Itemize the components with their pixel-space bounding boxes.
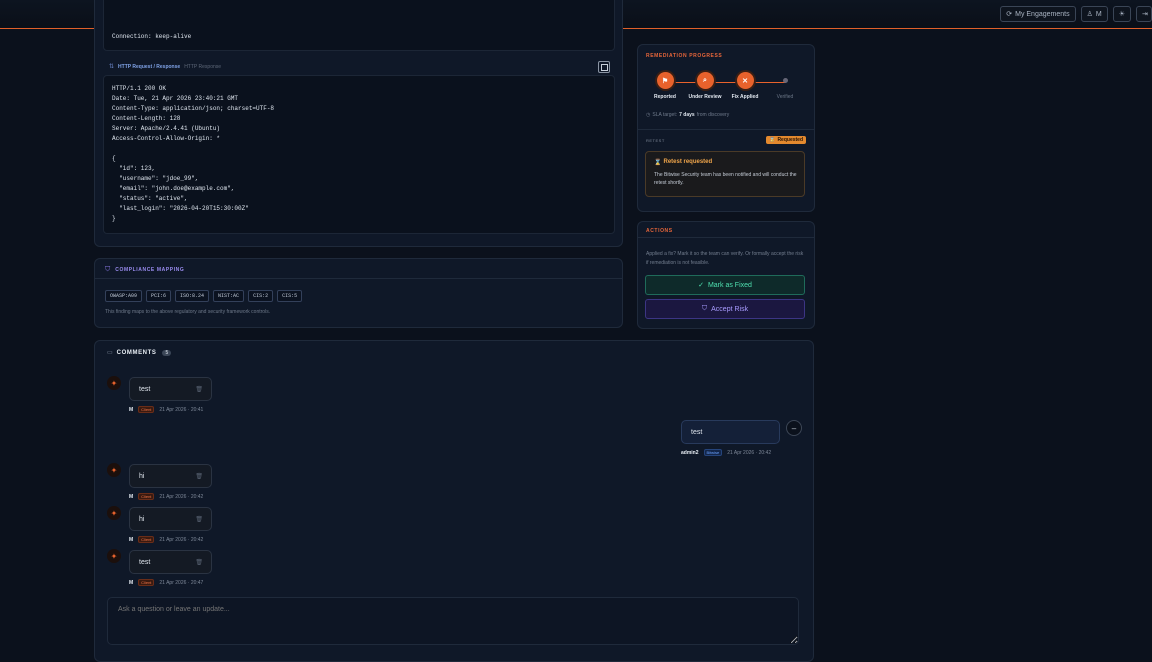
response-code-box: HTTP/1.1 200 OK Date: Tue, 21 Apr 2026 23…: [103, 75, 615, 234]
comment-bubble: test: [681, 420, 780, 444]
hourglass-icon: ⌛: [769, 137, 776, 143]
comment-meta: M Client 21 Apr 2026 · 20:42: [129, 493, 204, 500]
comment-bubble: test 🗑: [129, 550, 212, 574]
refresh-icon: ⟳: [1006, 11, 1013, 18]
actions-text: Applied a fix? Mark it so the team can v…: [646, 251, 804, 266]
compliance-tag: PCI:6: [146, 290, 172, 302]
comment-bubble: hi 🗑: [129, 464, 212, 488]
retest-title: RETEST: [646, 138, 665, 143]
code-line: Date: Tue, 21 Apr 2026 23:40:21 GMT: [112, 95, 239, 102]
retest-badge: ⌛ Requested: [766, 136, 806, 144]
avatar: –: [786, 420, 802, 436]
accept-risk-button[interactable]: ⛉ Accept Risk: [645, 299, 805, 319]
shield-icon: ⛉: [105, 266, 111, 273]
copy-button[interactable]: [598, 61, 610, 73]
check-circle-icon: ✓: [698, 282, 704, 289]
hourglass-icon: ⌛: [654, 160, 662, 166]
user-menu-button[interactable]: ♙ M: [1080, 6, 1108, 22]
trash-icon[interactable]: 🗑: [195, 559, 203, 566]
comment-meta: M Client 21 Apr 2026 · 20:41: [129, 406, 204, 413]
request-last-line: Connection: keep-alive: [112, 33, 192, 40]
actions-panel: ACTIONS Applied a fix? Mark it so the te…: [637, 221, 815, 329]
mark-as-fixed-button[interactable]: ✓ Mark as Fixed: [645, 275, 805, 295]
arrows-icon: ⇅: [109, 64, 115, 70]
user-icon: ♙: [1086, 11, 1093, 18]
comments-header: ▭ COMMENTS 5: [107, 349, 172, 356]
code-line: "last_login": "2026-04-20T15:30:00Z": [112, 205, 249, 212]
response-title: HTTP Request / Response: [118, 63, 181, 70]
comment-icon: ▭: [107, 350, 113, 356]
compliance-tag: CIS:2: [248, 290, 274, 302]
retest-box-title: ⌛ Retest requested: [654, 159, 713, 166]
code-line: {: [112, 155, 116, 162]
search-icon: ⌕: [696, 72, 714, 89]
code-line: Content-Length: 128: [112, 115, 181, 122]
retest-box: ⌛ Retest requested The Bitwise Security …: [645, 151, 805, 197]
request-code-box: Connection: keep-alive: [103, 0, 615, 51]
trash-icon[interactable]: 🗑: [195, 386, 203, 393]
comment-meta: M Client 21 Apr 2026 · 20:47: [129, 579, 204, 586]
avatar: ✦: [107, 463, 121, 477]
avatar: ✦: [107, 376, 121, 390]
code-line: Server: Apache/2.4.41 (Ubuntu): [112, 125, 221, 132]
sun-icon: ☀: [1118, 11, 1125, 18]
comments-count: 5: [162, 349, 172, 356]
compliance-tag: NIST:AC: [213, 290, 245, 302]
response-header: ⇅ HTTP Request / Response HTTP Response: [109, 63, 222, 71]
code-line: "id": 123,: [112, 165, 156, 172]
actions-divider: [638, 237, 814, 238]
comments-title: COMMENTS: [116, 349, 157, 356]
avatar: ✦: [107, 506, 121, 520]
avatar: ✦: [107, 549, 121, 563]
logout-icon: ⇥: [1142, 11, 1148, 18]
comment-bubble: hi 🗑: [129, 507, 212, 531]
comment-meta: M Client 21 Apr 2026 · 20:42: [129, 536, 204, 543]
code-line: Access-Control-Allow-Origin: *: [112, 135, 221, 142]
comment-bubble: test 🗑: [129, 377, 212, 401]
comments-panel: ▭ COMMENTS 5 ✦ test 🗑 M Client 21 Apr 20…: [94, 340, 814, 662]
comment-meta: admin2 Bitwise 21 Apr 2026 · 20:42: [681, 449, 772, 456]
remediation-title: REMEDIATION PROGRESS: [646, 53, 723, 59]
response-subtitle: HTTP Response: [184, 63, 222, 70]
trash-icon[interactable]: 🗑: [195, 473, 203, 480]
trash-icon[interactable]: 🗑: [195, 516, 203, 523]
logout-button[interactable]: ⇥: [1136, 6, 1152, 22]
actions-title: ACTIONS: [646, 228, 673, 234]
compliance-title: COMPLIANCE MAPPING: [115, 267, 185, 273]
retest-box-text: The Bitwise Security team has been notif…: [654, 172, 797, 186]
compliance-divider: [95, 278, 622, 279]
code-line: }: [112, 215, 116, 222]
code-line: "status": "active",: [112, 195, 188, 202]
http-evidence-panel: Connection: keep-alive ⇅ HTTP Request / …: [94, 0, 623, 247]
top-actions: ⟳ My Engagements ♙ M ☀ ⇥: [1000, 6, 1152, 22]
theme-toggle-button[interactable]: ☀: [1112, 6, 1131, 22]
my-engagements-button[interactable]: ⟳ My Engagements: [1000, 6, 1076, 22]
sla-line: ◷ SLA target: 7 days from discovery: [646, 112, 730, 118]
compliance-tags: OWASP:A09 PCI:6 ISO:8.24 NIST:AC CIS:2 CIS:5: [105, 290, 306, 302]
shield-icon: ⛉: [701, 305, 708, 312]
compliance-tag: CIS:5: [277, 290, 303, 302]
compliance-panel: ⛉ COMPLIANCE MAPPING OWASP:A09 PCI:6 ISO:8…: [94, 258, 623, 328]
clock-icon: ◷: [646, 112, 651, 118]
progress-stepper: ⚑ Reported ⌕ Under Review ✕ Fix Applied …: [638, 72, 814, 112]
response-body: HTTP/1.1 200 OK Date: Tue, 21 Apr 2026 23…: [112, 84, 274, 224]
code-line: HTTP/1.1 200 OK: [112, 85, 167, 92]
compliance-tag: OWASP:A09: [105, 290, 143, 302]
code-line: "username": "jdoe_99",: [112, 175, 199, 182]
wrench-icon: ✕: [736, 72, 754, 89]
retest-divider: [638, 129, 814, 130]
compliance-header: ⛉ COMPLIANCE MAPPING: [105, 266, 184, 274]
compliance-note: This finding maps to the above regulator…: [105, 309, 271, 315]
remediation-panel: REMEDIATION PROGRESS ⚑ Reported ⌕ Under …: [637, 44, 815, 212]
step-verified: Verified: [755, 72, 815, 100]
compliance-tag: ISO:8.24: [175, 290, 210, 302]
pending-dot-icon: [782, 78, 788, 83]
code-line: "email": "john.doe@example.com",: [112, 185, 235, 192]
copy-icon: [600, 63, 608, 71]
code-line: Content-Type: application/json; charset=…: [112, 105, 275, 112]
comment-input[interactable]: [107, 597, 799, 645]
flag-icon: ⚑: [656, 72, 674, 89]
